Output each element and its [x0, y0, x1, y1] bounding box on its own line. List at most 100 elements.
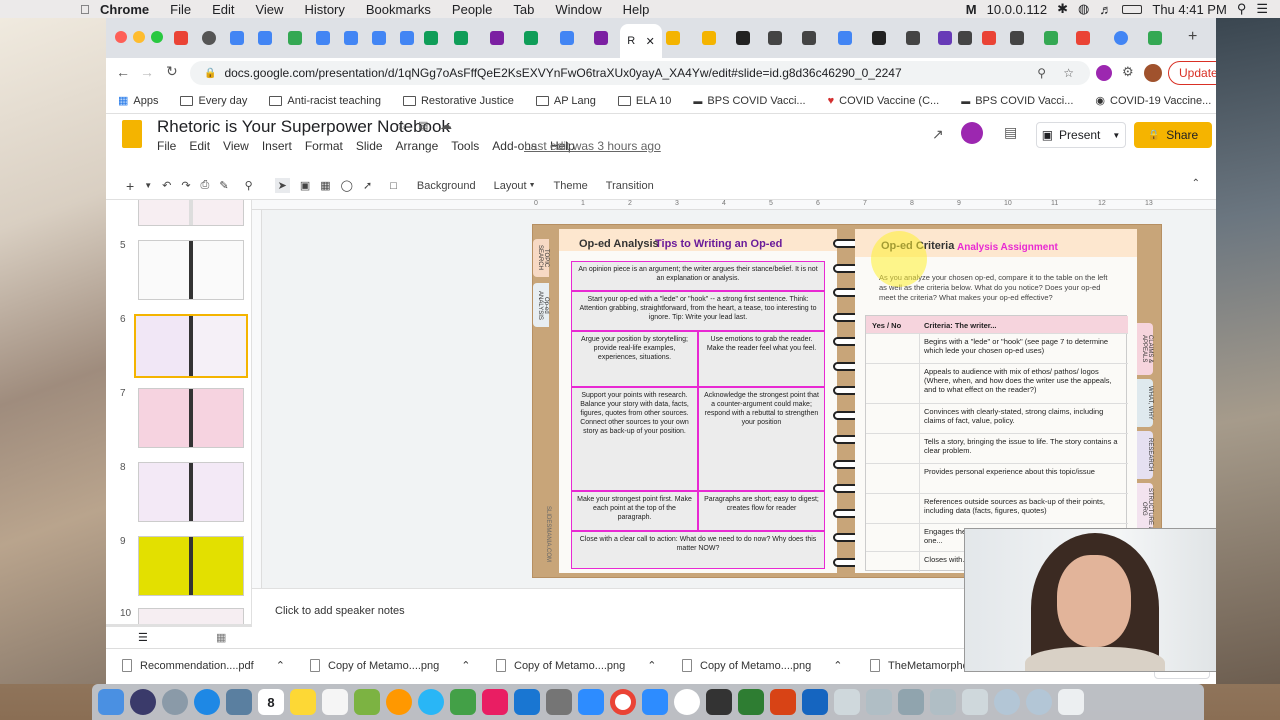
- bookmark-every-day[interactable]: Every day: [180, 95, 247, 107]
- speaker-notes-placeholder[interactable]: Click to add speaker notes: [275, 605, 405, 617]
- tab-26[interactable]: [982, 30, 996, 46]
- paint-format-icon[interactable]: ✎: [219, 179, 228, 192]
- bookmark-apps[interactable]: ▦ Apps: [118, 94, 158, 108]
- docs-menu-format[interactable]: Format: [305, 139, 343, 153]
- siri-icon[interactable]: [130, 689, 156, 715]
- print-icon[interactable]: ⎙: [201, 179, 210, 192]
- slide-thumbnail-9[interactable]: [138, 536, 244, 596]
- tab-4[interactable]: [258, 30, 272, 46]
- tab-21[interactable]: [838, 30, 852, 46]
- messages-icon[interactable]: [418, 689, 444, 715]
- tab-18[interactable]: [736, 30, 750, 46]
- word-icon[interactable]: [802, 689, 828, 715]
- apple-icon[interactable]: : [80, 2, 100, 17]
- minimize-window-icon[interactable]: [133, 31, 145, 43]
- yes-no-cell[interactable]: [866, 434, 920, 463]
- forward-arrow-icon[interactable]: →: [140, 64, 154, 80]
- bookmark-star-icon[interactable]: ☆: [1063, 66, 1074, 80]
- extension-icon[interactable]: [1096, 65, 1112, 81]
- reminders-icon[interactable]: [322, 689, 348, 715]
- tab-gmail[interactable]: [174, 30, 188, 46]
- download-item[interactable]: Recommendation....pdf ⌃: [122, 659, 285, 672]
- bluetooth-icon[interactable]: ✱: [1057, 1, 1068, 17]
- tab-13[interactable]: [524, 30, 538, 46]
- menu-file[interactable]: File: [170, 2, 191, 17]
- zoom-icon[interactable]: ⚲: [1037, 66, 1046, 80]
- comments-icon[interactable]: ▤: [1004, 124, 1017, 141]
- zoom-icon[interactable]: ⚲: [245, 179, 253, 192]
- tab-25[interactable]: [958, 30, 972, 46]
- menu-edit[interactable]: Edit: [212, 2, 234, 17]
- layout-button[interactable]: Layout: [494, 180, 527, 192]
- tab-15[interactable]: [594, 30, 608, 46]
- yes-no-cell[interactable]: [866, 494, 920, 523]
- tab-30[interactable]: [1114, 30, 1128, 46]
- back-arrow-icon[interactable]: ←: [116, 64, 130, 80]
- preview-icon[interactable]: [226, 689, 252, 715]
- tab-31[interactable]: [1148, 30, 1162, 46]
- music-icon[interactable]: [482, 689, 508, 715]
- tab-7[interactable]: [344, 30, 358, 46]
- menu-people[interactable]: People: [452, 2, 492, 17]
- tab-10[interactable]: [424, 30, 438, 46]
- address-bar[interactable]: 🔒 docs.google.com/presentation/d/1qNGg7o…: [190, 61, 1090, 85]
- select-cursor-icon[interactable]: ➤: [274, 178, 290, 193]
- bookmark-bps-covid-1[interactable]: ▬ BPS COVID Vacci...: [693, 95, 805, 107]
- record-icon[interactable]: [674, 689, 700, 715]
- extensions-puzzle-icon[interactable]: ⚙: [1122, 64, 1134, 80]
- share-button[interactable]: 🔒 Share: [1134, 122, 1212, 148]
- tab-14[interactable]: [560, 30, 574, 46]
- yes-no-cell[interactable]: [866, 464, 920, 493]
- tab-19[interactable]: [768, 30, 782, 46]
- download-item[interactable]: Copy of Metamo....png ⌃: [496, 659, 657, 672]
- present-button[interactable]: ▣ Present ▼: [1036, 122, 1126, 148]
- notes-icon[interactable]: [290, 689, 316, 715]
- close-window-icon[interactable]: [115, 31, 127, 43]
- tab-claims-appeals[interactable]: CLAIMS & APPEALS: [1137, 323, 1153, 375]
- docs-menu-edit[interactable]: Edit: [189, 139, 210, 153]
- tab-27[interactable]: [1010, 30, 1024, 46]
- tab-23[interactable]: [906, 30, 920, 46]
- tab-24[interactable]: [938, 30, 952, 46]
- slide-thumbnail-6-selected[interactable]: [134, 314, 248, 378]
- tab-20[interactable]: [802, 30, 816, 46]
- menu-help[interactable]: Help: [623, 2, 650, 17]
- cloud-status-icon[interactable]: ☁: [440, 118, 452, 132]
- new-tab-button[interactable]: +: [1188, 28, 1197, 46]
- activity-trend-icon[interactable]: ↗: [932, 126, 944, 143]
- redo-icon[interactable]: ↷: [181, 179, 190, 192]
- docs-menu-file[interactable]: File: [157, 139, 176, 153]
- launchpad-icon[interactable]: [162, 689, 188, 715]
- zoom-meetings-icon[interactable]: [642, 689, 668, 715]
- tab-16[interactable]: [666, 30, 680, 46]
- system-preferences-icon[interactable]: [546, 689, 572, 715]
- app-icon[interactable]: [834, 689, 860, 715]
- new-slide-dropdown-icon[interactable]: ▼: [144, 181, 152, 190]
- yes-no-cell[interactable]: [866, 524, 920, 551]
- photos-icon[interactable]: [386, 689, 412, 715]
- trash-icon[interactable]: [1058, 689, 1084, 715]
- slide-thumbnail-5[interactable]: [138, 240, 244, 300]
- control-center-icon[interactable]: ☰: [1256, 1, 1268, 17]
- download-item[interactable]: Copy of Metamo....png ⌃: [310, 659, 471, 672]
- yes-no-cell[interactable]: [866, 552, 920, 572]
- close-tab-icon[interactable]: ✕: [646, 35, 655, 48]
- text-box-icon[interactable]: ▣: [300, 179, 310, 192]
- tab-oped-analysis[interactable]: Op-ed ANALYSIS: [533, 283, 549, 327]
- docs-menu-arrange[interactable]: Arrange: [396, 139, 439, 153]
- slide-thumbnail-4[interactable]: [138, 200, 244, 226]
- chevron-up-icon[interactable]: ⌃: [461, 659, 470, 672]
- bookmark-anti-racist[interactable]: Anti-racist teaching: [269, 95, 381, 107]
- menubar-clock[interactable]: Thu 4:41 PM: [1152, 2, 1226, 17]
- docs-menu-slide[interactable]: Slide: [356, 139, 383, 153]
- docs-menu-insert[interactable]: Insert: [262, 139, 292, 153]
- app-icon[interactable]: [1026, 689, 1052, 715]
- bookmark-covid-vaccine[interactable]: ♥ COVID Vaccine (C...: [828, 95, 940, 107]
- app-icon[interactable]: [930, 689, 956, 715]
- download-item[interactable]: Copy of Metamo....png ⌃: [682, 659, 843, 672]
- tab-active[interactable]: R ✕: [620, 24, 662, 58]
- tab-22[interactable]: [872, 30, 886, 46]
- collapse-toolbar-icon[interactable]: ⌃: [1192, 178, 1200, 189]
- docs-menu-tools[interactable]: Tools: [451, 139, 479, 153]
- undo-icon[interactable]: ↶: [162, 179, 171, 192]
